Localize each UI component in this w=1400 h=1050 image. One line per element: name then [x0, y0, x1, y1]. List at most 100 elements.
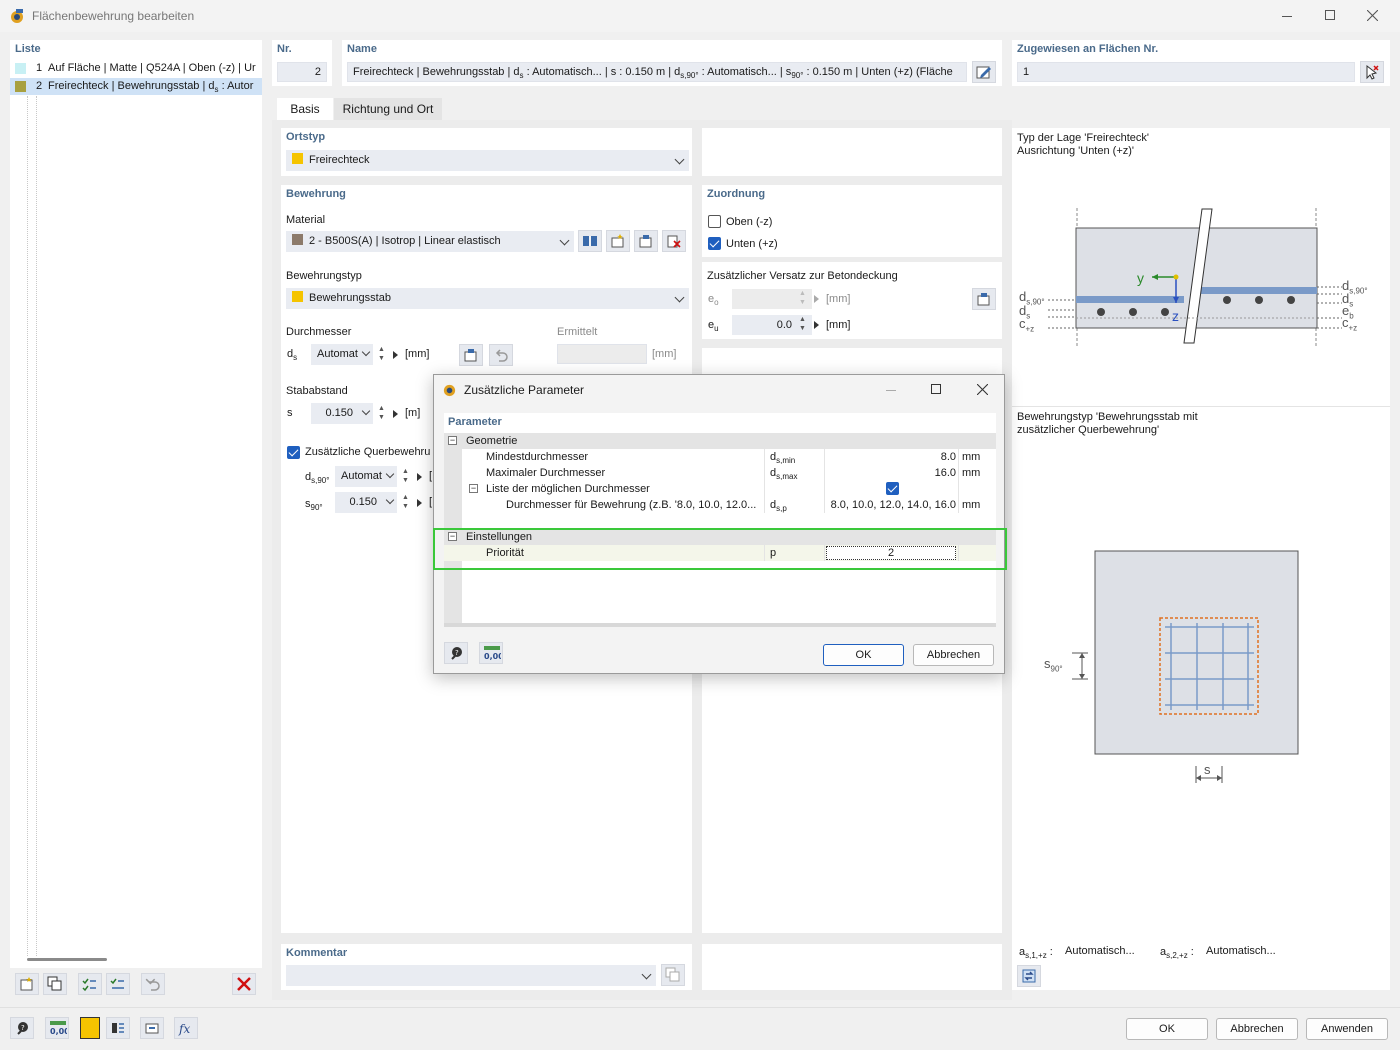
querbewehrung-checkbox[interactable] — [287, 446, 300, 459]
durchmesser-arrow[interactable] — [393, 351, 398, 359]
dialog-minimize-button[interactable] — [878, 381, 904, 399]
s90-spinner[interactable]: ▲▼ — [401, 493, 410, 513]
bewehrungstyp-label: Bewehrungstyp — [286, 270, 362, 282]
assigned-panel: Zugewiesen an Flächen Nr. 1 — [1012, 40, 1390, 86]
param-row[interactable]: Mindestdurchmesser ds,min 8.0 mm — [444, 449, 996, 465]
stababstand-select[interactable]: 0.150 — [311, 403, 373, 424]
edit-name-button[interactable] — [972, 61, 996, 83]
chevron-down-icon — [560, 236, 570, 246]
assigned-field[interactable]: 1 — [1017, 62, 1355, 82]
as1-value: Automatisch... — [1065, 945, 1135, 957]
eu-arrow[interactable] — [814, 321, 819, 329]
display-settings-button[interactable] — [106, 1017, 130, 1039]
param-row[interactable]: Maximaler Durchmesser ds,max 16.0 mm — [444, 465, 996, 481]
bewehrungstyp-select[interactable]: Bewehrungsstab — [286, 288, 689, 309]
preview2-line2: zusätzlicher Querbewehrung' — [1017, 424, 1159, 436]
s90-select[interactable]: 0.150 — [335, 492, 397, 513]
new-icon — [610, 233, 626, 249]
material-library-button[interactable] — [578, 230, 602, 252]
eu-spinner[interactable]: ▲▼ — [798, 315, 807, 335]
apply-button[interactable]: Anwenden — [1306, 1018, 1388, 1040]
stababstand-arrow[interactable] — [393, 410, 398, 418]
name-panel: Name Freirechteck | Bewehrungsstab | ds … — [342, 40, 1002, 86]
material-select[interactable]: 2 - B500S(A) | Isotrop | Linear elastisc… — [286, 231, 574, 252]
durchmesser-select[interactable]: Automat — [311, 344, 373, 365]
list-scrollbar[interactable] — [27, 958, 107, 961]
delete-material-button[interactable] — [662, 230, 686, 252]
window-title: Flächenbewehrung bearbeiten — [32, 9, 194, 23]
s90-arrow[interactable] — [417, 499, 422, 507]
dialog-cancel-button[interactable]: Abbrechen — [913, 644, 994, 666]
param-row[interactable]: − Liste der möglichen Durchmesser — [444, 481, 996, 497]
param-row[interactable]: Durchmesser für Bewehrung (z.B. '8.0, 10… — [444, 497, 996, 513]
units-icon: 0,00 — [49, 1020, 67, 1036]
kommentar-copy-button[interactable] — [661, 964, 685, 986]
maximize-button[interactable] — [1316, 6, 1346, 26]
stababstand-spinner[interactable]: ▲▼ — [377, 404, 386, 424]
undo-list-button[interactable] — [141, 973, 165, 995]
close-button[interactable] — [1356, 6, 1390, 26]
formula-button[interactable]: fx — [174, 1017, 198, 1039]
section-diagram — [1012, 203, 1390, 353]
versatz-title: Zusätzlicher Versatz zur Betondeckung — [707, 270, 898, 282]
unten-checkbox[interactable] — [708, 237, 721, 250]
ds90-select[interactable]: Automat — [335, 466, 397, 487]
maximize-icon — [931, 384, 941, 394]
group-geometrie[interactable]: − Geometrie — [444, 433, 996, 449]
preview-refresh-button[interactable] — [1017, 965, 1041, 987]
tab-basis[interactable]: Basis — [277, 98, 333, 120]
check-all-button[interactable] — [78, 973, 102, 995]
minimize-button[interactable] — [1270, 6, 1304, 26]
durchmesser-undo-button[interactable] — [489, 344, 513, 366]
new-item-button[interactable] — [15, 973, 39, 995]
tab-richtung-und-ort[interactable]: Richtung und Ort — [334, 98, 442, 120]
kommentar-right-panel — [702, 944, 1002, 990]
copy-icon — [47, 976, 63, 992]
edit-icon — [638, 233, 654, 249]
help-button[interactable]: ? — [10, 1017, 34, 1039]
s90-unit: [ — [429, 496, 432, 508]
close-icon — [977, 384, 988, 395]
ermittelt-unit: [mm] — [652, 348, 676, 360]
unten-label: Unten (+z) — [726, 238, 778, 250]
delete-item-button[interactable] — [232, 973, 256, 995]
pick-surface-button[interactable] — [1360, 61, 1384, 83]
list-item-selected[interactable]: 2 Freirechteck | Bewehrungsstab | ds : A… — [10, 78, 262, 95]
dialog-help-button[interactable]: ? — [444, 642, 468, 664]
list-item[interactable]: 1 Auf Fläche | Matte | Q524A | Oben (-z)… — [10, 60, 262, 77]
durchmesser-settings-button[interactable] — [459, 344, 483, 366]
s90-dim-label: s90° — [1044, 656, 1063, 674]
uncheck-button[interactable] — [106, 973, 130, 995]
nr-field[interactable]: 2 — [277, 62, 327, 82]
collapse-icon: − — [448, 436, 457, 445]
versatz-settings-button[interactable] — [972, 288, 996, 310]
new-material-button[interactable] — [606, 230, 630, 252]
ortstyp-select[interactable]: Freirechteck — [286, 150, 689, 171]
durchmesser-spinner[interactable]: ▲▼ — [377, 345, 386, 365]
cancel-button[interactable]: Abbrechen — [1216, 1018, 1298, 1040]
refresh-icon — [1021, 968, 1037, 984]
minimize-icon — [886, 390, 896, 391]
dialog-ok-button[interactable]: OK — [823, 644, 904, 666]
durchmesser-list-checkbox[interactable] — [886, 482, 899, 495]
copy-item-button[interactable] — [43, 973, 67, 995]
color-button[interactable] — [80, 1017, 100, 1039]
ds90-spinner[interactable]: ▲▼ — [401, 467, 410, 487]
parameter-grid: Parameter − Geometrie Mindestdurchmesser… — [444, 413, 996, 627]
ok-button[interactable]: OK — [1126, 1018, 1208, 1040]
nr-panel: Nr. 2 — [272, 40, 332, 86]
model-view-button[interactable] — [140, 1017, 164, 1039]
kommentar-select[interactable] — [286, 965, 656, 986]
material-color — [292, 234, 303, 245]
ds90-arrow[interactable] — [417, 473, 422, 481]
edit-material-button[interactable] — [634, 230, 658, 252]
name-field[interactable]: Freirechteck | Bewehrungsstab | ds : Aut… — [347, 62, 967, 82]
svg-text:0,00: 0,00 — [50, 1027, 67, 1036]
collapse-icon: − — [469, 484, 478, 493]
units-button[interactable]: 0,00 — [45, 1017, 69, 1039]
dialog-units-button[interactable]: 0,00 — [479, 642, 503, 664]
chevron-down-icon — [386, 470, 394, 478]
dialog-close-button[interactable] — [970, 381, 996, 399]
dialog-maximize-button[interactable] — [924, 381, 950, 399]
oben-checkbox[interactable] — [708, 215, 721, 228]
